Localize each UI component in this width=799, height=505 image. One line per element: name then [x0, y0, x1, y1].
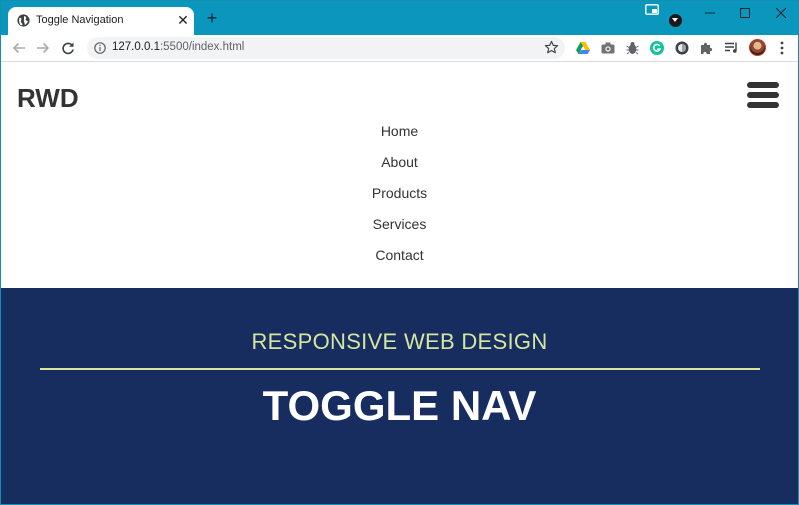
hero-title: TOGGLE NAV	[262, 382, 537, 429]
browser-window: Toggle Navigation ✕ + 127.0.0.1:5500/ind…	[0, 0, 799, 505]
back-arrow-icon[interactable]	[10, 39, 28, 57]
nav-link-services[interactable]: Services	[1, 209, 798, 240]
site-logo[interactable]: RWD	[17, 83, 79, 114]
star-icon[interactable]	[544, 40, 559, 55]
minimize-icon[interactable]	[698, 4, 722, 22]
nav-link-home[interactable]: Home	[1, 116, 798, 147]
reload-icon[interactable]	[59, 39, 77, 57]
reading-list-icon[interactable]	[724, 40, 740, 56]
close-icon[interactable]	[769, 4, 793, 22]
hamburger-menu-icon[interactable]	[747, 82, 779, 108]
maximize-icon[interactable]	[733, 4, 757, 22]
tab-toggle-navigation[interactable]: Toggle Navigation ✕	[8, 7, 194, 35]
hero-divider	[40, 368, 760, 370]
url-text: 127.0.0.1:5500/index.html	[112, 41, 244, 53]
tab-strip: Toggle Navigation ✕ +	[1, 1, 798, 35]
page-content: RWD Home About Products Services Contact…	[1, 63, 798, 504]
new-tab-button[interactable]: +	[203, 9, 221, 28]
address-bar[interactable]: 127.0.0.1:5500/index.html	[87, 37, 565, 59]
grammarly-icon[interactable]	[649, 40, 665, 56]
nav-menu: Home About Products Services Contact	[1, 116, 798, 271]
google-drive-icon[interactable]	[575, 40, 591, 56]
profile-menu-icon[interactable]	[669, 14, 682, 27]
avatar[interactable]	[749, 39, 766, 56]
hamburger-bar	[747, 82, 779, 88]
globe-icon	[17, 14, 30, 27]
info-icon[interactable]	[94, 42, 106, 54]
more-vert-icon[interactable]	[774, 40, 790, 56]
circle-extension-icon[interactable]	[674, 40, 690, 56]
url-host: 127.0.0.1	[112, 41, 160, 53]
nav-link-products[interactable]: Products	[1, 178, 798, 209]
tab-title: Toggle Navigation	[36, 14, 124, 26]
browser-toolbar: 127.0.0.1:5500/index.html	[1, 35, 798, 62]
hero-section: RESPONSIVE WEB DESIGN TOGGLE NAV	[1, 288, 798, 504]
camera-icon[interactable]	[600, 40, 616, 56]
forward-arrow-icon[interactable]	[34, 39, 52, 57]
puzzle-icon[interactable]	[699, 40, 715, 56]
nav-link-about[interactable]: About	[1, 147, 798, 178]
cast-icon[interactable]	[645, 4, 659, 15]
tab-close-icon[interactable]: ✕	[175, 12, 191, 28]
bug-icon[interactable]	[624, 40, 640, 56]
url-path: :5500/index.html	[159, 41, 245, 53]
hero-subtitle: RESPONSIVE WEB DESIGN	[251, 329, 548, 354]
hamburger-bar	[747, 102, 779, 108]
nav-link-contact[interactable]: Contact	[1, 240, 798, 271]
hamburger-bar	[747, 92, 779, 98]
